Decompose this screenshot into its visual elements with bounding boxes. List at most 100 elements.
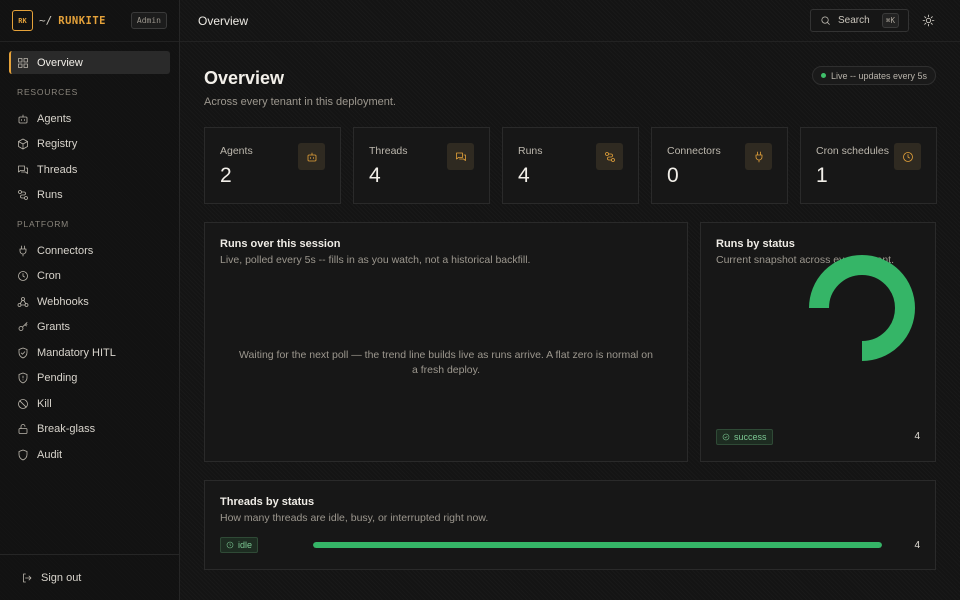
sidebar-nav: Overview RESOURCES Agents Registry Threa… — [0, 42, 179, 468]
threads-idle-bar-fill — [313, 542, 882, 548]
package-icon — [18, 138, 28, 150]
sidebar-item-label: Overview — [37, 56, 83, 69]
topbar: Overview Search ⌘K — [180, 0, 960, 42]
sign-out-label: Sign out — [41, 571, 82, 584]
live-dot — [820, 73, 826, 78]
sidebar-item-label: Break-glass — [37, 423, 96, 436]
sign-out-button[interactable]: Sign out — [0, 554, 179, 600]
search-button[interactable]: Search ⌘K — [810, 9, 909, 32]
stat-card-threads[interactable]: Threads 4 — [353, 127, 490, 204]
sidebar-item-label: Cron — [37, 270, 61, 283]
threads-idle-bar — [313, 542, 882, 548]
sidebar-item-label: Agents — [37, 112, 72, 125]
check-circle-icon — [722, 433, 730, 441]
sidebar-item-pending[interactable]: Pending — [9, 366, 170, 392]
logout-icon — [23, 573, 32, 582]
live-status-text: Live -- updates every 5s — [830, 70, 927, 81]
sidebar-item-label: Kill — [37, 397, 52, 410]
status-chip-label: idle — [238, 540, 253, 550]
sidebar-item-grants[interactable]: Grants — [9, 315, 170, 341]
sidebar-item-break-glass[interactable]: Break-glass — [9, 417, 170, 443]
sidebar-item-overview[interactable]: Overview — [9, 51, 170, 74]
sidebar-item-webhooks[interactable]: Webhooks — [9, 289, 170, 315]
section-heading-platform: PLATFORM — [17, 219, 70, 229]
page-title: Overview — [204, 68, 285, 88]
clock-icon — [18, 271, 28, 282]
sidebar-item-label: Runs — [37, 189, 63, 202]
panel-subtitle: How many threads are idle, busy, or inte… — [220, 512, 489, 524]
empty-state-message: Waiting for the next poll — the trend li… — [239, 349, 653, 376]
lock-icon — [18, 424, 28, 435]
sidebar-item-label: Mandatory HITL — [37, 346, 116, 359]
theme-toggle-button[interactable] — [922, 14, 935, 27]
sidebar-item-label: Connectors — [37, 244, 94, 257]
stat-value: 1 — [816, 164, 828, 187]
route-icon — [18, 190, 28, 201]
clock-icon — [226, 541, 234, 549]
webhook-icon — [17, 296, 29, 307]
panel-subtitle: Live, polled every 5s -- fills in as you… — [220, 254, 531, 266]
shield-icon — [18, 449, 28, 461]
sidebar-item-label: Audit — [37, 448, 63, 461]
sidebar-item-label: Registry — [37, 138, 78, 151]
status-chip-label: success — [734, 432, 767, 442]
status-chip-idle[interactable]: idle — [220, 537, 259, 553]
sidebar-item-cron[interactable]: Cron — [9, 264, 170, 290]
sidebar-item-kill[interactable]: Kill — [9, 391, 170, 417]
stat-card-connectors[interactable]: Connectors 0 — [651, 127, 788, 204]
stat-card-agents[interactable]: Agents 2 — [204, 127, 341, 204]
plug-icon — [19, 245, 27, 257]
status-count: 4 — [914, 431, 920, 442]
sidebar-item-agents[interactable]: Agents — [9, 106, 170, 132]
sidebar: RK ~/ RUNKITE Admin Overview RESOURCES A… — [0, 0, 180, 600]
stat-value: 4 — [369, 164, 381, 187]
sidebar-item-threads[interactable]: Threads — [9, 157, 170, 183]
status-chip-success[interactable]: success — [716, 429, 773, 445]
sidebar-item-audit[interactable]: Audit — [9, 442, 170, 468]
key-icon — [18, 322, 28, 332]
sidebar-item-runs[interactable]: Runs — [9, 183, 170, 209]
sidebar-item-label: Grants — [37, 321, 71, 334]
plug-icon — [755, 151, 762, 162]
status-count: 4 — [914, 540, 920, 551]
panel-title: Runs over this session — [220, 238, 341, 250]
stat-label: Cron schedules — [816, 145, 889, 157]
sidebar-item-connectors[interactable]: Connectors — [9, 238, 170, 264]
threads-status-panel: Threads by status How many threads are i… — [204, 480, 936, 570]
topbar-title: Overview — [198, 13, 249, 28]
brand-name[interactable]: RUNKITE — [58, 15, 106, 27]
search-icon — [821, 16, 830, 25]
stat-card-runs[interactable]: Runs 4 — [502, 127, 639, 204]
bot-icon — [307, 152, 316, 161]
brand: RK ~/ RUNKITE Admin — [0, 0, 179, 42]
grid-icon — [18, 57, 28, 68]
stat-value: 2 — [220, 164, 232, 187]
shield-alert-icon — [18, 372, 28, 384]
sidebar-item-mandatory-hitl[interactable]: Mandatory HITL — [9, 340, 170, 366]
section-heading-resources: RESOURCES — [17, 87, 79, 97]
stat-value: 0 — [667, 164, 679, 187]
runs-status-donut-chart — [809, 255, 915, 361]
chat-icon — [18, 165, 28, 174]
live-status-badge: Live -- updates every 5s — [811, 66, 936, 85]
panel-title: Threads by status — [220, 496, 315, 508]
stat-label: Runs — [518, 145, 543, 157]
route-icon — [604, 151, 615, 162]
sidebar-item-registry[interactable]: Registry — [9, 132, 170, 158]
role-badge: Admin — [130, 12, 167, 29]
donut-slice-success[interactable] — [809, 255, 915, 361]
shield-check-icon — [18, 347, 28, 359]
runs-session-panel: Runs over this session Live, polled ever… — [204, 222, 688, 462]
sun-icon — [922, 14, 935, 27]
search-shortcut: ⌘K — [881, 13, 899, 28]
clock-icon — [902, 151, 913, 162]
search-label: Search — [838, 15, 870, 26]
sidebar-item-label: Pending — [37, 372, 78, 385]
chat-icon — [455, 152, 466, 161]
brand-logo[interactable]: RK — [12, 10, 33, 31]
stat-card-cron-schedules[interactable]: Cron schedules 1 — [800, 127, 937, 204]
sidebar-item-label: Webhooks — [37, 295, 89, 308]
runs-status-panel: Runs by status Current snapshot across e… — [700, 222, 936, 462]
stat-label: Agents — [220, 145, 253, 157]
stat-value: 4 — [518, 164, 530, 187]
